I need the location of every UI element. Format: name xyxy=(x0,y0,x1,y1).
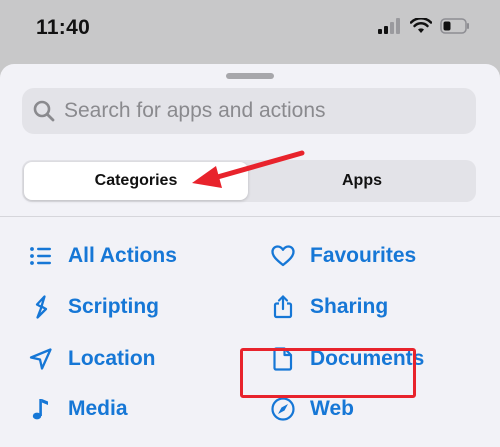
annotation-arrow xyxy=(192,150,305,188)
